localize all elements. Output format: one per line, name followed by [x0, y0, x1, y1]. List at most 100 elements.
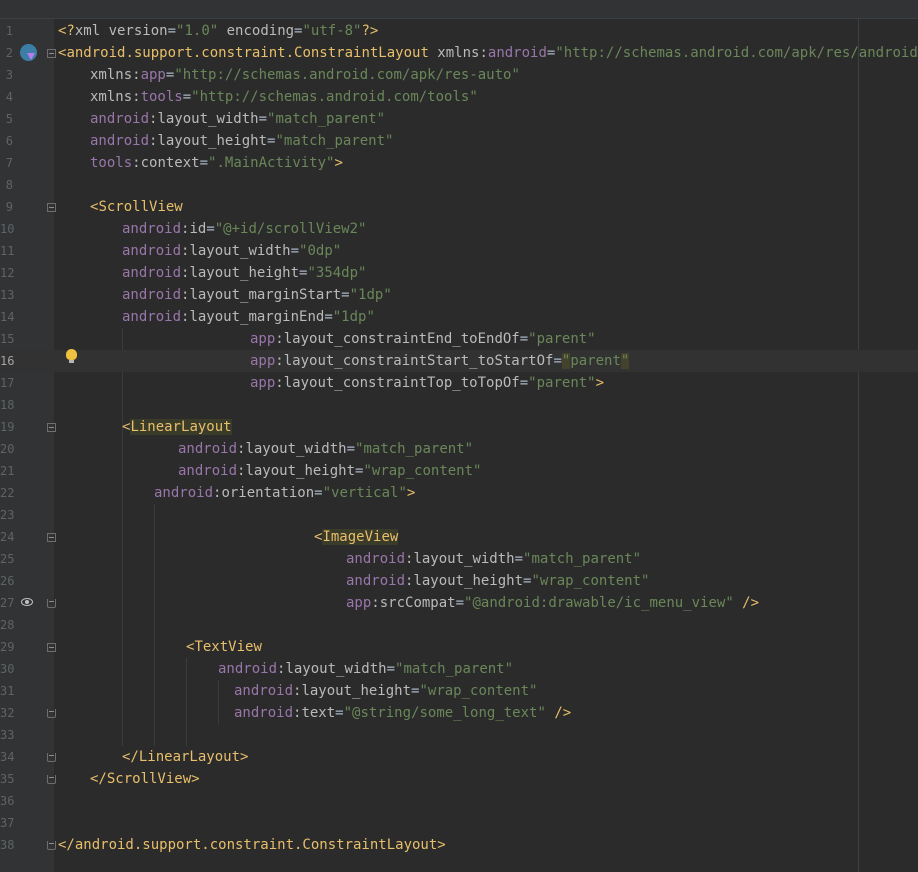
- code-line[interactable]: 23: [0, 504, 918, 526]
- code-text[interactable]: </LinearLayout>: [122, 746, 248, 768]
- code-text[interactable]: </android.support.constraint.ConstraintL…: [58, 834, 446, 856]
- code-line[interactable]: 35 </ScrollView>: [0, 768, 918, 790]
- code-text[interactable]: android:text="@string/some_long_text" />: [234, 702, 571, 724]
- code-text[interactable]: xmlns:tools="http://schemas.android.com/…: [90, 86, 478, 108]
- code-text[interactable]: android:layout_width="0dp": [122, 240, 341, 262]
- code-line[interactable]: 9 <ScrollView: [0, 196, 918, 218]
- code-text[interactable]: android:layout_height="wrap_content": [178, 460, 481, 482]
- code-line[interactable]: 3 xmlns:app="http://schemas.android.com/a…: [0, 64, 918, 86]
- code-text[interactable]: app:layout_constraintEnd_toEndOf="parent…: [250, 328, 596, 350]
- code-line[interactable]: 34 </LinearLayout>: [0, 746, 918, 768]
- code-text[interactable]: tools:context=".MainActivity">: [90, 152, 343, 174]
- code-line[interactable]: 24 <ImageView: [0, 526, 918, 548]
- fold-end-icon[interactable]: [47, 599, 56, 608]
- code-line[interactable]: 29 <TextView: [0, 636, 918, 658]
- code-token: android.support.constraint.ConstraintLay…: [66, 45, 429, 61]
- code-text[interactable]: xmlns:app="http://schemas.android.com/ap…: [90, 64, 520, 86]
- code-token: "http://schemas.android.com/apk/res/andr…: [555, 45, 918, 61]
- fold-collapse-icon[interactable]: [47, 423, 56, 432]
- code-line[interactable]: 36: [0, 790, 918, 812]
- code-text[interactable]: app:layout_constraintTop_toTopOf="parent…: [250, 372, 604, 394]
- code-line[interactable]: 33: [0, 724, 918, 746]
- code-text[interactable]: android:layout_marginEnd="1dp": [122, 306, 375, 328]
- code-text[interactable]: android:layout_marginStart="1dp": [122, 284, 392, 306]
- code-line[interactable]: 27 app:srcCompat="@android:drawable/ic_me…: [0, 592, 918, 614]
- code-text[interactable]: <LinearLayout: [122, 416, 232, 438]
- code-token: "wrap_content": [363, 463, 482, 479]
- code-line[interactable]: 6 android:layout_height="match_parent": [0, 130, 918, 152]
- code-line[interactable]: 17 app:layout_constraintTop_toTopOf="pare…: [0, 372, 918, 394]
- code-text[interactable]: </ScrollView>: [90, 768, 200, 790]
- code-editor[interactable]: 1 <?xml version="1.0" encoding="utf-8"?> 2…: [0, 0, 918, 872]
- code-token: "match_parent": [275, 133, 394, 149]
- code-line[interactable]: 30 android:layout_width="match_parent": [0, 658, 918, 680]
- fold-collapse-icon[interactable]: [47, 643, 56, 652]
- code-token: "wrap_content": [531, 573, 650, 589]
- code-line[interactable]: 11 android:layout_width="0dp": [0, 240, 918, 262]
- code-text[interactable]: android:layout_height="match_parent": [90, 130, 393, 152]
- code-text[interactable]: <ScrollView: [90, 196, 183, 218]
- code-text[interactable]: android:layout_width="match_parent": [178, 438, 473, 460]
- code-line[interactable]: 21 android:layout_height="wrap_content": [0, 460, 918, 482]
- android-activity-icon[interactable]: [20, 44, 37, 61]
- code-line[interactable]: 14 android:layout_marginEnd="1dp": [0, 306, 918, 328]
- code-line[interactable]: 15 app:layout_constraintEnd_toEndOf="pare…: [0, 328, 918, 350]
- code-text[interactable]: android:layout_height="wrap_content": [234, 680, 537, 702]
- fold-collapse-icon[interactable]: [47, 203, 56, 212]
- code-line[interactable]: 8: [0, 174, 918, 196]
- fold-end-icon[interactable]: [47, 753, 56, 762]
- code-text[interactable]: android:layout_width="match_parent": [90, 108, 385, 130]
- code-token: android: [346, 573, 406, 589]
- code-line[interactable]: 38 </android.support.constraint.Constrain…: [0, 834, 918, 856]
- code-line[interactable]: 22 android:orientation="vertical">: [0, 482, 918, 504]
- code-line[interactable]: 32 android:text="@string/some_long_text" …: [0, 702, 918, 724]
- code-line[interactable]: 13 android:layout_marginStart="1dp": [0, 284, 918, 306]
- code-token: "1.0": [176, 23, 219, 39]
- fold-end-icon[interactable]: [47, 775, 56, 784]
- code-line[interactable]: 12 android:layout_height="354dp": [0, 262, 918, 284]
- code-token: =: [341, 287, 350, 303]
- code-line[interactable]: 4 xmlns:tools="http://schemas.android.com…: [0, 86, 918, 108]
- lightbulb-icon[interactable]: [66, 349, 77, 363]
- fold-collapse-icon[interactable]: [47, 49, 56, 58]
- code-token: =: [519, 331, 529, 347]
- code-token: =: [553, 353, 562, 369]
- code-line[interactable]: 2 <android.support.constraint.ConstraintL…: [0, 42, 918, 64]
- code-token: >: [406, 485, 416, 501]
- code-line[interactable]: 20 android:layout_width="match_parent": [0, 438, 918, 460]
- code-text[interactable]: <android.support.constraint.ConstraintLa…: [58, 42, 918, 64]
- code-line[interactable]: 25 android:layout_width="match_parent": [0, 548, 918, 570]
- code-text[interactable]: android:layout_width="match_parent": [346, 548, 641, 570]
- code-text[interactable]: app:layout_constraintStart_toStartOf= "pa…: [250, 350, 630, 372]
- code-text[interactable]: android:orientation="vertical">: [154, 482, 415, 504]
- code-token: :layout_marginStart: [181, 287, 342, 303]
- code-token: :layout_constraintTop_toTopOf: [275, 375, 520, 391]
- fold-end-icon[interactable]: [47, 709, 56, 718]
- eye-icon[interactable]: [21, 598, 33, 606]
- code-line[interactable]: 26 android:layout_height="wrap_content": [0, 570, 918, 592]
- code-line[interactable]: 7 tools:context=".MainActivity">: [0, 152, 918, 174]
- code-text[interactable]: android:layout_width="match_parent": [218, 658, 513, 680]
- code-line[interactable]: 5 android:layout_width="match_parent": [0, 108, 918, 130]
- code-line[interactable]: 31 android:layout_height="wrap_content": [0, 680, 918, 702]
- code-line[interactable]: 1 <?xml version="1.0" encoding="utf-8"?>: [0, 20, 918, 42]
- code-text[interactable]: app:srcCompat="@android:drawable/ic_menu…: [346, 592, 759, 614]
- code-line[interactable]: 19 <LinearLayout: [0, 416, 918, 438]
- code-token: "vertical": [322, 485, 407, 501]
- fold-end-icon[interactable]: [47, 841, 56, 850]
- code-text[interactable]: <ImageView: [314, 526, 399, 548]
- code-line[interactable]: 28: [0, 614, 918, 636]
- line-number: 9: [5, 200, 13, 214]
- code-token: />: [733, 595, 760, 611]
- code-line[interactable]: 10 android:id="@+id/scrollView2": [0, 218, 918, 240]
- code-line[interactable]: 37: [0, 812, 918, 834]
- code-text[interactable]: android:id="@+id/scrollView2": [122, 218, 366, 240]
- code-line[interactable]: 18: [0, 394, 918, 416]
- code-text[interactable]: <?xml version="1.0" encoding="utf-8"?>: [58, 20, 378, 42]
- code-line[interactable]: 16 app:layout_constraintStart_toStartOf= "…: [0, 350, 918, 372]
- editor-top-bar: [0, 0, 918, 19]
- code-text[interactable]: android:layout_height="354dp": [122, 262, 366, 284]
- fold-collapse-icon[interactable]: [47, 533, 56, 542]
- code-text[interactable]: android:layout_height="wrap_content": [346, 570, 649, 592]
- code-text[interactable]: <TextView: [186, 636, 262, 658]
